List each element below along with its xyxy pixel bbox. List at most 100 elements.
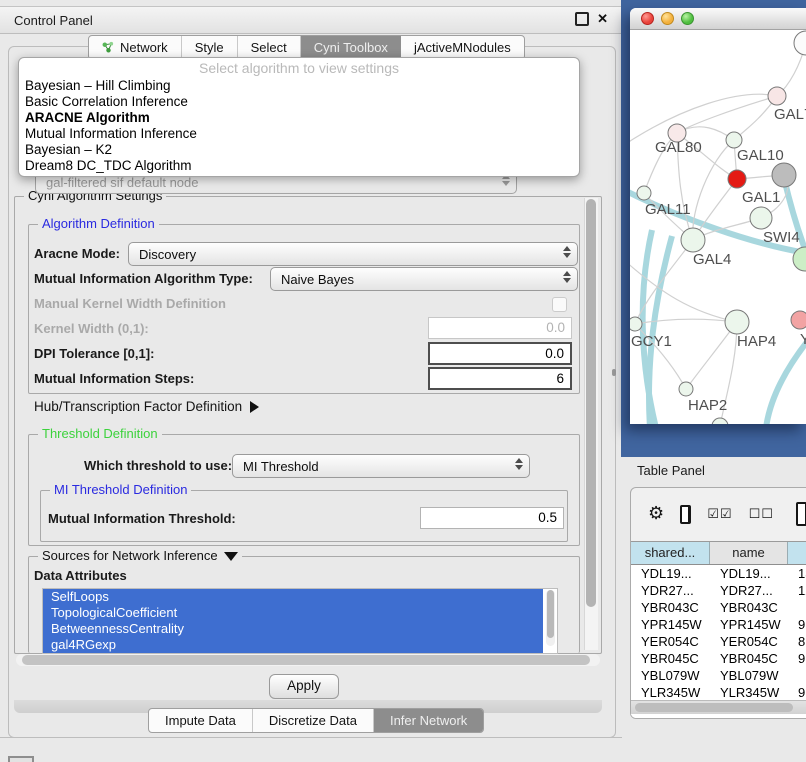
close-traffic-light-icon[interactable]: [641, 12, 654, 25]
attribute-list-item[interactable]: gal4RGexp: [43, 637, 543, 653]
network-window-titlebar[interactable]: [630, 8, 806, 30]
settings-horizontal-scrollbar[interactable]: [16, 654, 600, 666]
table-cell: 12: [788, 582, 806, 599]
kernel-width-label: Kernel Width (0,1):: [34, 321, 149, 336]
apply-button[interactable]: Apply: [269, 674, 339, 699]
table-cell: YLR345W: [710, 684, 788, 701]
table-row[interactable]: YDL19...YDL19...13: [631, 565, 806, 582]
mi-threshold-group-title: MI Threshold Definition: [50, 482, 191, 497]
table-cell: YDR27...: [710, 582, 788, 599]
data-attributes-label: Data Attributes: [34, 568, 127, 583]
algorithm-option[interactable]: Mutual Information Inference: [19, 126, 579, 142]
tab-select[interactable]: Select: [238, 36, 301, 59]
tab-infer-network[interactable]: Infer Network: [374, 709, 483, 732]
float-window-icon[interactable]: [575, 12, 589, 26]
mi-type-combobox[interactable]: Naive Bayes: [270, 267, 578, 291]
table-cell: YDR27...: [631, 582, 710, 599]
unchecked-columns-icon[interactable]: ☐☐: [749, 507, 774, 522]
cyni-bottom-tabbar: Impute DataDiscretize DataInfer Network: [148, 708, 484, 733]
node-gal4[interactable]: [681, 228, 705, 252]
column-pane-icon[interactable]: [680, 505, 691, 524]
combobox-stepper-icon: [563, 271, 571, 283]
split-pane-handle[interactable]: [612, 369, 616, 376]
node-gray[interactable]: [772, 163, 796, 187]
table-row[interactable]: YBR045CYBR045C9.: [631, 650, 806, 667]
close-icon[interactable]: ✕: [597, 12, 608, 26]
attributes-list-scrollbar[interactable]: [546, 590, 555, 646]
hub-definition-section[interactable]: Hub/Transcription Factor Definition: [34, 399, 259, 414]
table-row[interactable]: YDR27...YDR27...12: [631, 582, 806, 599]
table-row[interactable]: YPR145WYPR145W9.: [631, 616, 806, 633]
algorithm-option[interactable]: Dream8 DC_TDC Algorithm: [19, 158, 579, 174]
table-row[interactable]: YLR345WYLR345W9.: [631, 684, 806, 701]
node-hap4[interactable]: [725, 310, 749, 334]
table-horizontal-scrollbar[interactable]: [631, 700, 806, 714]
mi-threshold-field[interactable]: 0.5: [420, 507, 564, 529]
node-pink-right[interactable]: [791, 311, 806, 329]
tab-jactivemnodules[interactable]: jActiveMNodules: [401, 36, 524, 59]
which-threshold-combobox[interactable]: MI Threshold: [232, 454, 530, 478]
algorithm-option[interactable]: Bayesian – Hill Climbing: [19, 78, 579, 94]
column-header[interactable]: shared...: [631, 542, 710, 564]
tab-label: jActiveMNodules: [414, 40, 511, 55]
node-gal80-label: GAL80: [655, 139, 702, 156]
document-icon[interactable]: [796, 502, 806, 526]
minimize-traffic-light-icon[interactable]: [661, 12, 674, 25]
tab-discretize-data[interactable]: Discretize Data: [253, 709, 374, 732]
aracne-mode-label: Aracne Mode:: [34, 246, 120, 261]
table-cell: YBR043C: [710, 599, 788, 616]
node-hap2[interactable]: [679, 382, 693, 396]
node-gal10[interactable]: [726, 132, 742, 148]
table-row[interactable]: YBR043CYBR043C: [631, 599, 806, 616]
tab-cyni-toolbox[interactable]: Cyni Toolbox: [301, 36, 401, 59]
kernel-width-field[interactable]: 0.0: [428, 317, 572, 339]
network-graph-canvas[interactable]: GAL7GAL80GAL10GAL1GAL11SWI4GAL4GCY1HAP4Y…: [630, 30, 806, 424]
algorithm-option[interactable]: Bayesian – K2: [19, 142, 579, 158]
attribute-list-item[interactable]: SelfLoops: [43, 589, 543, 605]
combobox-stepper-icon: [563, 246, 571, 258]
dpi-tolerance-field[interactable]: 0.0: [428, 342, 572, 365]
node-gal7[interactable]: [768, 87, 786, 105]
table-cell: 9.: [788, 650, 806, 667]
gear-icon[interactable]: ⚙: [648, 505, 664, 523]
attribute-list-item[interactable]: TopologicalCoefficient: [43, 605, 543, 621]
tab-network[interactable]: Network: [89, 36, 182, 59]
dpi-tolerance-label: DPI Tolerance [0,1]:: [34, 346, 154, 361]
node-hap2-label: HAP2: [688, 397, 727, 414]
node-gal11-label: GAL11: [645, 201, 691, 218]
algorithm-option[interactable]: ARACNE Algorithm: [19, 110, 579, 126]
attribute-list-item[interactable]: BetweennessCentrality: [43, 621, 543, 637]
zoom-traffic-light-icon[interactable]: [681, 12, 694, 25]
mi-steps-field[interactable]: 6: [428, 367, 572, 390]
node-gal1-label: GAL1: [742, 189, 780, 206]
collapsed-arrow-icon[interactable]: [250, 401, 259, 413]
manual-kernel-checkbox[interactable]: [552, 297, 567, 312]
node-bottom[interactable]: [712, 418, 728, 424]
window-bottom-border: [0, 737, 622, 738]
node-gal7-label: GAL7: [774, 106, 806, 123]
minimized-panel-icon[interactable]: [8, 756, 34, 762]
checked-columns-icon[interactable]: ☑☑: [707, 507, 732, 522]
tab-impute-data[interactable]: Impute Data: [149, 709, 253, 732]
settings-vertical-scrollbar[interactable]: [584, 198, 598, 650]
network-edge: [686, 322, 737, 389]
aracne-mode-combobox[interactable]: Discovery: [128, 242, 578, 266]
table-row[interactable]: YBL079WYBL079W: [631, 667, 806, 684]
node-gcy1-label: GCY1: [631, 333, 672, 350]
tab-label: Cyni Toolbox: [314, 40, 388, 55]
column-header[interactable]: name: [710, 542, 788, 564]
node-gal11[interactable]: [637, 186, 651, 200]
which-threshold-value: MI Threshold: [243, 459, 319, 474]
algorithm-option[interactable]: Basic Correlation Inference: [19, 94, 579, 110]
expanded-arrow-icon[interactable]: [224, 552, 238, 561]
tab-style[interactable]: Style: [182, 36, 238, 59]
table-cell: YER054C: [710, 633, 788, 650]
node-red[interactable]: [728, 170, 746, 188]
table-cell: 9.: [788, 616, 806, 633]
node-top[interactable]: [794, 31, 806, 55]
table-row[interactable]: YER054CYER054C8.: [631, 633, 806, 650]
node-gal1[interactable]: [750, 207, 772, 229]
data-attributes-list[interactable]: SelfLoopsTopologicalCoefficientBetweenne…: [42, 588, 558, 654]
node-gcy1[interactable]: [630, 317, 642, 331]
column-header[interactable]: A: [788, 542, 806, 564]
